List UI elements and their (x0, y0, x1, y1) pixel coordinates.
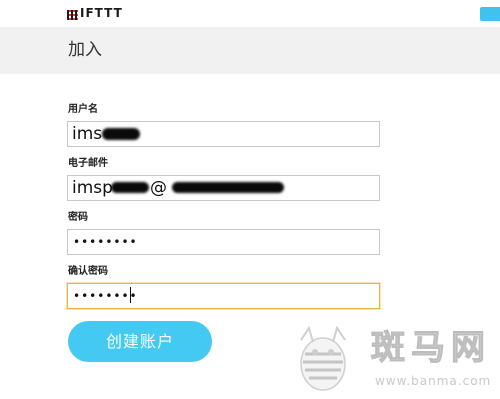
logo-text: IFTTT (80, 6, 123, 20)
password-field[interactable] (67, 229, 380, 255)
zebra-mascot-icon (300, 325, 346, 391)
watermark-url: www.banma.com (375, 374, 492, 388)
signup-page: IFTTT 加入 用户名 ims 电子邮件 imsp @ 密码 ••••••••… (0, 0, 500, 399)
text-caret (130, 287, 131, 303)
page-title: 加入 (68, 40, 102, 60)
watermark: 斑马网 www.banma.com (283, 322, 500, 399)
confirm-password-field[interactable] (67, 283, 380, 309)
logo-mark-icon (67, 10, 78, 20)
confirm-password-label: 确认密码 (68, 266, 108, 277)
password-label: 密码 (68, 212, 88, 223)
watermark-text: 斑马网 (371, 328, 491, 369)
email-label: 电子邮件 (68, 158, 108, 169)
top-bar: IFTTT (0, 0, 500, 27)
username-field[interactable] (67, 121, 380, 147)
email-field[interactable] (67, 175, 380, 201)
ifttt-logo[interactable]: IFTTT (67, 6, 123, 20)
create-account-button[interactable]: 创建账户 (68, 321, 212, 362)
username-label: 用户名 (68, 104, 98, 115)
top-right-button[interactable] (480, 7, 500, 21)
